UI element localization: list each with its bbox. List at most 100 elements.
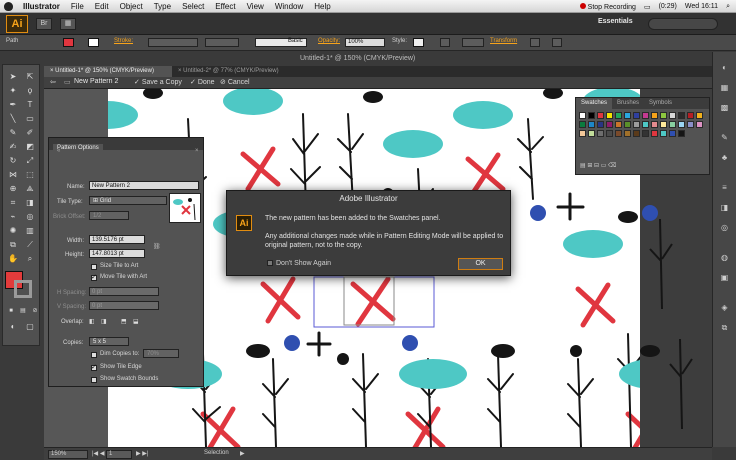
menu-effect[interactable]: Effect — [215, 2, 235, 11]
swatch-chip[interactable] — [624, 112, 631, 119]
color-panel-icon[interactable]: ◐ — [719, 62, 730, 73]
perspective-grid-tool-icon[interactable]: ⟁ — [24, 183, 36, 195]
menu-file[interactable]: File — [71, 2, 84, 11]
recolor-artwork-icon[interactable] — [440, 38, 450, 47]
rectangle-tool-icon[interactable]: ▭ — [24, 113, 36, 125]
symbols-dock-icon[interactable]: ♣ — [719, 152, 730, 163]
pencil-tool-icon[interactable]: ✐ — [24, 127, 36, 139]
direct-selection-tool-icon[interactable]: ⇱ — [24, 71, 36, 83]
artboard-number-field[interactable]: 1 — [106, 450, 132, 459]
overlap-bottom-icon[interactable]: ⬓ — [133, 318, 139, 325]
swatch-chip[interactable] — [579, 130, 586, 137]
swatch-chip[interactable] — [606, 121, 613, 128]
transparency-dock-icon[interactable]: ◎ — [719, 222, 730, 233]
swatch-chip[interactable] — [606, 112, 613, 119]
swatch-chip[interactable] — [687, 121, 694, 128]
zoom-level-field[interactable]: 150% — [48, 450, 88, 459]
swatch-panel-actions-icon[interactable]: ▤ ⊞ ⊟ ▭ ⌫ — [580, 162, 617, 169]
pattern-name-breadcrumb[interactable]: New Pattern 2 — [74, 78, 118, 85]
swatch-chip[interactable] — [624, 130, 631, 137]
swatch-chip[interactable] — [615, 112, 622, 119]
menu-view[interactable]: View — [247, 2, 264, 11]
transform-panel-link[interactable]: Transform — [490, 38, 517, 44]
arrange-documents-icon[interactable]: ▦ — [60, 17, 76, 30]
overlap-left-icon[interactable]: ◧ — [89, 318, 95, 325]
swatch-chip[interactable] — [579, 121, 586, 128]
artboards-dock-icon[interactable]: ⧉ — [719, 322, 730, 333]
free-transform-tool-icon[interactable]: ⬚ — [24, 169, 36, 181]
line-tool-icon[interactable]: ╲ — [7, 113, 19, 125]
show-tile-edge-checkbox[interactable] — [91, 363, 97, 371]
tile-width-field[interactable]: 139.5176 pt — [89, 235, 145, 244]
appearance-dock-icon[interactable]: ◍ — [719, 252, 730, 263]
dont-show-again-option[interactable]: Don't Show Again — [267, 259, 331, 267]
gradient-mode-icon[interactable]: ▤ — [17, 305, 29, 317]
status-menu-icon[interactable]: ▶ — [240, 450, 245, 457]
align-icons[interactable] — [462, 38, 484, 47]
ok-button[interactable]: OK — [458, 258, 503, 270]
gradient-dock-icon[interactable]: ◨ — [719, 202, 730, 213]
swatch-chip[interactable] — [606, 130, 613, 137]
first-artboard-icon[interactable]: |◀ ◀ — [92, 450, 104, 457]
apple-icon[interactable] — [4, 1, 13, 11]
fill-color-swatch[interactable] — [63, 38, 74, 47]
swatch-chip[interactable] — [651, 121, 658, 128]
swatch-chip[interactable] — [651, 130, 658, 137]
swatch-chip[interactable] — [597, 121, 604, 128]
none-mode-icon[interactable]: ⊘ — [29, 305, 41, 317]
show-swatch-bounds-checkbox[interactable] — [91, 377, 97, 383]
swatch-chip[interactable] — [669, 130, 676, 137]
swatch-chip[interactable] — [660, 112, 667, 119]
type-tool-icon[interactable]: T — [24, 99, 36, 111]
swatch-chip[interactable] — [579, 112, 586, 119]
paintbrush-tool-icon[interactable]: ✎ — [7, 127, 19, 139]
stop-recording[interactable]: Stop Recording — [579, 2, 636, 11]
color-guide-icon[interactable]: ▦ — [719, 82, 730, 93]
size-tile-to-art-checkbox[interactable] — [91, 264, 97, 270]
copies-select[interactable]: 5 x 5 — [89, 337, 129, 346]
swatch-chip[interactable] — [669, 112, 676, 119]
menubar-clock[interactable]: Wed 16:11 — [685, 3, 718, 10]
gradient-tool-icon[interactable]: ◨ — [24, 197, 36, 209]
tab-untitled-1[interactable]: × Untitled-1* @ 150% (CMYK/Preview) — [44, 66, 172, 77]
swatch-chip[interactable] — [660, 130, 667, 137]
swatch-chip[interactable] — [615, 121, 622, 128]
swatch-chip[interactable] — [642, 121, 649, 128]
tile-type-select[interactable]: ⊞ Grid — [89, 196, 167, 205]
slice-tool-icon[interactable]: ⟋ — [24, 239, 36, 251]
width-tool-icon[interactable]: ⋈ — [7, 169, 19, 181]
menu-edit[interactable]: Edit — [95, 2, 109, 11]
color-mode-icon[interactable]: ■ — [5, 305, 17, 317]
magic-wand-tool-icon[interactable]: ✦ — [7, 85, 19, 97]
selection-tool-icon[interactable]: ➤ — [7, 71, 19, 83]
swatches-dock-icon[interactable]: ▩ — [719, 102, 730, 113]
stroke-color-box[interactable] — [14, 280, 32, 298]
swatch-chip[interactable] — [678, 112, 685, 119]
workspace-switcher[interactable]: Essentials — [598, 18, 633, 25]
shape-builder-tool-icon[interactable]: ⊕ — [7, 183, 19, 195]
panel-close-icon[interactable]: × — [195, 148, 199, 154]
stroke-panel-link[interactable]: Stroke: — [114, 38, 133, 44]
next-artboard-icon[interactable]: ▶ ▶| — [136, 450, 148, 457]
move-tile-with-art-checkbox[interactable] — [91, 273, 97, 281]
menu-icon[interactable] — [552, 38, 562, 47]
scale-tool-icon[interactable]: ⤢ — [24, 155, 36, 167]
menu-help[interactable]: Help — [314, 2, 330, 11]
stroke-color-swatch[interactable] — [88, 38, 99, 47]
graphic-style-swatch[interactable] — [413, 38, 424, 47]
swatch-chip[interactable] — [678, 130, 685, 137]
battery-icon[interactable]: ▭ — [644, 3, 651, 11]
menu-object[interactable]: Object — [120, 2, 143, 11]
menu-window[interactable]: Window — [275, 2, 303, 11]
blend-tool-icon[interactable]: ◎ — [24, 211, 36, 223]
tab-brushes[interactable]: Brushes — [612, 98, 644, 109]
panel-collapse-icon[interactable]: « — [57, 148, 60, 154]
swatch-chip[interactable] — [678, 121, 685, 128]
tab-swatches[interactable]: Swatches — [576, 98, 613, 109]
lasso-tool-icon[interactable]: ϙ — [24, 85, 36, 97]
artboard-tool-icon[interactable]: ⧉ — [7, 239, 19, 251]
overlap-top-icon[interactable]: ⬒ — [121, 318, 127, 325]
swatch-chip[interactable] — [696, 112, 703, 119]
isolate-icon[interactable] — [530, 38, 540, 47]
variable-width-profile[interactable] — [205, 38, 239, 47]
